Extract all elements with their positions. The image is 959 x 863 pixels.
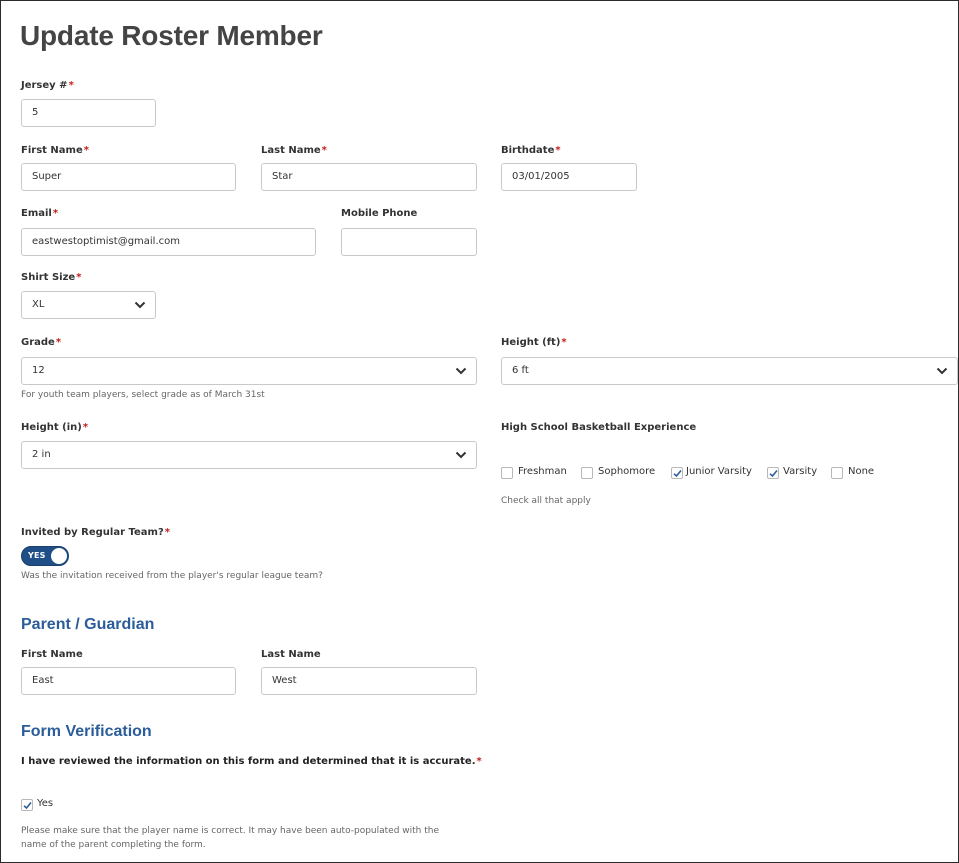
checkmark-icon bbox=[673, 469, 682, 478]
required-mark: * bbox=[561, 337, 567, 348]
form-verification-heading: Form Verification bbox=[21, 723, 152, 740]
chevron-down-icon bbox=[936, 367, 948, 375]
toggle-yes-label: YES bbox=[28, 551, 46, 560]
junior-varsity-label: Junior Varsity bbox=[686, 466, 752, 477]
junior-varsity-checkbox[interactable] bbox=[671, 467, 683, 479]
shirt-size-label: Shirt Size* bbox=[21, 272, 82, 283]
height-in-label: Height (in)* bbox=[21, 422, 89, 433]
shirt-size-value: XL bbox=[32, 299, 45, 310]
invited-label: Invited by Regular Team?* bbox=[21, 527, 170, 538]
jersey-input[interactable]: 5 bbox=[21, 99, 156, 127]
birthdate-input[interactable]: 03/01/2005 bbox=[501, 163, 637, 191]
checkmark-icon bbox=[769, 469, 778, 478]
sophomore-checkbox[interactable] bbox=[581, 467, 593, 479]
shirt-size-select[interactable]: XL bbox=[21, 291, 156, 319]
mobile-phone-label: Mobile Phone bbox=[341, 208, 418, 219]
birthdate-label: Birthdate* bbox=[501, 145, 561, 156]
grade-help-text: For youth team players, select grade as … bbox=[21, 390, 265, 400]
parent-first-name-input[interactable]: East bbox=[21, 667, 236, 695]
chevron-down-icon bbox=[455, 451, 467, 459]
required-mark: * bbox=[555, 145, 561, 156]
grade-select[interactable]: 12 bbox=[21, 357, 477, 385]
mobile-phone-input[interactable] bbox=[341, 228, 477, 256]
required-mark: * bbox=[476, 756, 482, 767]
experience-label: High School Basketball Experience bbox=[501, 422, 697, 433]
freshman-label: Freshman bbox=[518, 466, 567, 477]
required-mark: * bbox=[76, 272, 82, 283]
freshman-checkbox[interactable] bbox=[501, 467, 513, 479]
parent-last-name-label: Last Name bbox=[261, 649, 321, 660]
first-name-input[interactable]: Super bbox=[21, 163, 236, 191]
required-mark: * bbox=[52, 208, 59, 219]
none-label: None bbox=[848, 466, 875, 477]
required-mark: * bbox=[321, 145, 327, 156]
last-name-label: Last Name* bbox=[261, 145, 327, 156]
height-ft-label: Height (ft)* bbox=[501, 337, 567, 348]
page-title: Update Roster Member bbox=[20, 20, 323, 51]
required-mark: * bbox=[83, 145, 89, 156]
required-mark: * bbox=[82, 422, 89, 433]
last-name-input[interactable]: Star bbox=[261, 163, 477, 191]
verification-yes-checkbox[interactable] bbox=[21, 799, 33, 811]
parent-first-name-label: First Name bbox=[21, 649, 83, 660]
experience-help-text: Check all that apply bbox=[501, 496, 591, 506]
chevron-down-icon bbox=[455, 367, 467, 375]
verification-note-line2: name of the parent completing the form. bbox=[21, 840, 206, 850]
sophomore-label: Sophomore bbox=[598, 466, 656, 477]
height-in-select[interactable]: 2 in bbox=[21, 441, 477, 469]
verification-note-line1: Please make sure that the player name is… bbox=[21, 826, 440, 836]
verification-yes-label: Yes bbox=[37, 798, 54, 809]
required-mark: * bbox=[164, 527, 170, 538]
required-mark: * bbox=[55, 337, 62, 348]
varsity-checkbox[interactable] bbox=[767, 467, 779, 479]
grade-value: 12 bbox=[32, 365, 45, 376]
height-in-value: 2 in bbox=[32, 449, 51, 460]
first-name-label: First Name* bbox=[21, 145, 89, 156]
invited-toggle[interactable]: YES bbox=[21, 546, 69, 566]
required-mark: * bbox=[68, 80, 74, 91]
checkmark-icon bbox=[23, 801, 32, 810]
verification-statement: I have reviewed the information on this … bbox=[21, 756, 482, 767]
jersey-label: Jersey #* bbox=[21, 80, 74, 91]
parent-guardian-heading: Parent / Guardian bbox=[21, 616, 155, 633]
varsity-label: Varsity bbox=[783, 466, 818, 477]
toggle-knob bbox=[51, 548, 67, 564]
none-checkbox[interactable] bbox=[831, 467, 843, 479]
email-input[interactable]: eastwestoptimist@gmail.com bbox=[21, 228, 316, 256]
invited-help-text: Was the invitation received from the pla… bbox=[21, 571, 323, 581]
chevron-down-icon bbox=[134, 301, 146, 309]
parent-last-name-input[interactable]: West bbox=[261, 667, 477, 695]
height-ft-select[interactable]: 6 ft bbox=[501, 357, 958, 385]
height-ft-value: 6 ft bbox=[512, 365, 529, 376]
grade-label: Grade* bbox=[21, 337, 62, 348]
email-label: Email* bbox=[21, 208, 59, 219]
